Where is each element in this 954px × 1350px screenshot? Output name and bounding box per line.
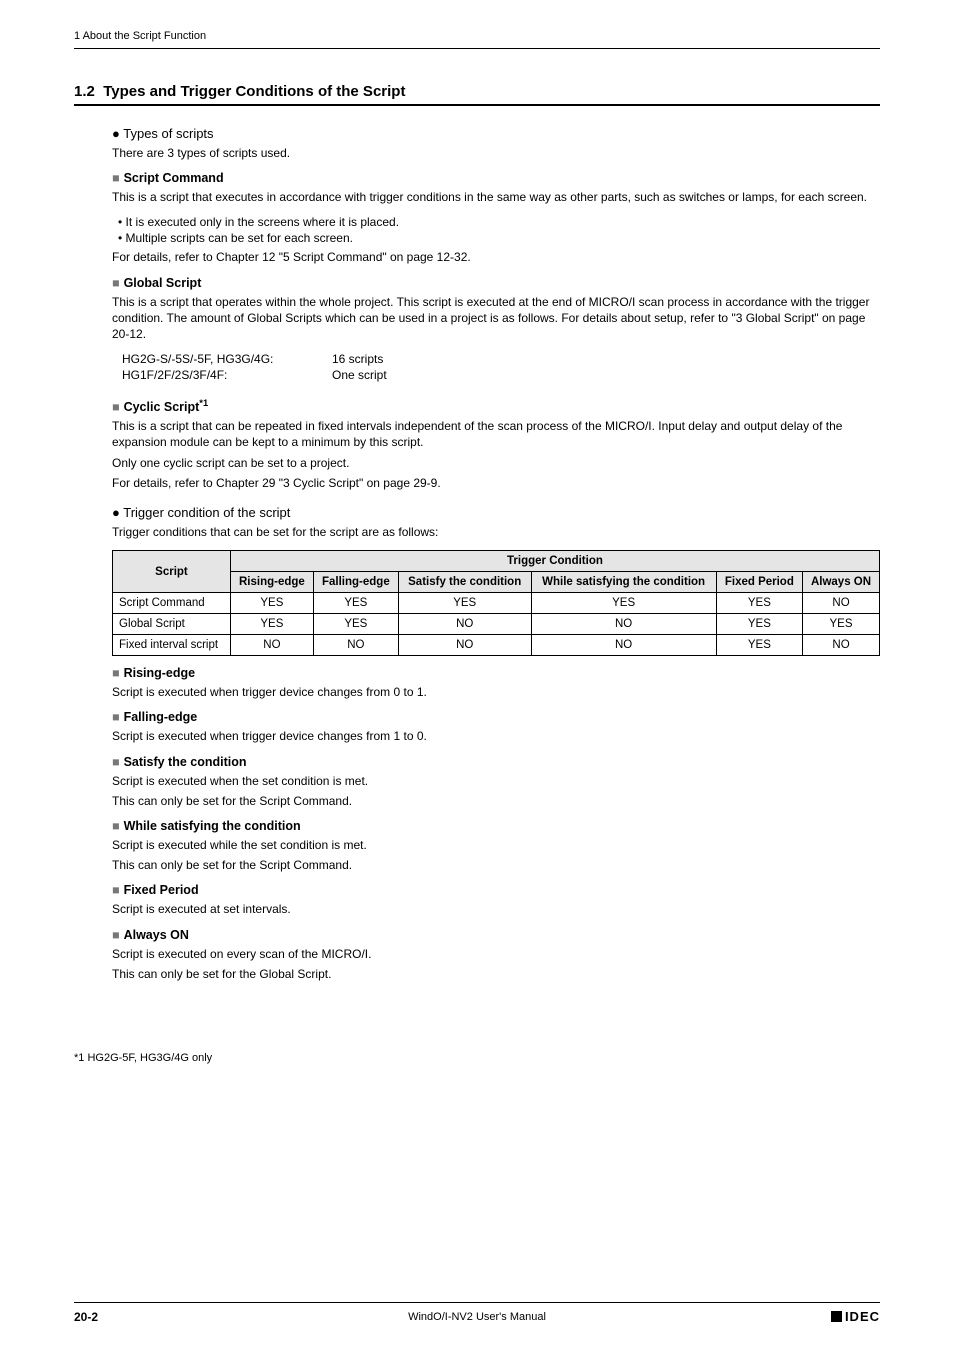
cyclic-script-p3: For details, refer to Chapter 29 "3 Cycl… (112, 475, 880, 491)
running-header: 1 About the Script Function (74, 30, 880, 42)
definition-line: This can only be set for the Script Comm… (112, 793, 880, 809)
global-script-row-0: HG2G-S/-5S/-5F, HG3G/4G: 16 scripts (122, 352, 880, 366)
cyclic-script-heading: ■Cyclic Script*1 (112, 398, 880, 414)
th-script: Script (113, 551, 231, 593)
definition-line: Script is executed when trigger device c… (112, 728, 880, 744)
table-row: Script Command YES YES YES YES YES NO (113, 593, 880, 614)
page-footer: 20-2 WindO/I-NV2 User's Manual IDEC (74, 1302, 880, 1324)
script-command-heading: ■Script Command (112, 171, 880, 185)
global-script-row-0-k: HG2G-S/-5S/-5F, HG3G/4G: (122, 352, 332, 366)
script-command-p2: For details, refer to Chapter 12 "5 Scri… (112, 249, 880, 265)
section-number: 1.2 (74, 83, 95, 100)
global-script-p1: This is a script that operates within th… (112, 294, 880, 343)
script-command-b1: It is executed only in the screens where… (118, 215, 880, 229)
table-row: Fixed interval script NO NO NO NO YES NO (113, 635, 880, 656)
global-script-row-1-k: HG1F/2F/2S/3F/4F: (122, 368, 332, 382)
footer-title: WindO/I-NV2 User's Manual (74, 1311, 880, 1323)
r0-name: Script Command (113, 593, 231, 614)
th-c0: Rising-edge (230, 572, 313, 593)
definition-line: Script is executed at set intervals. (112, 901, 880, 917)
types-heading: Types of scripts (112, 126, 880, 141)
definition-line: This can only be set for the Script Comm… (112, 857, 880, 873)
types-intro: There are 3 types of scripts used. (112, 145, 880, 161)
global-script-row-1-v: One script (332, 368, 387, 382)
definition-heading: ■While satisfying the condition (112, 819, 880, 833)
global-script-row-0-v: 16 scripts (332, 352, 383, 366)
trigger-heading: Trigger condition of the script (112, 505, 880, 520)
definitions: ■Rising-edge Script is executed when trig… (112, 666, 880, 982)
footnote: *1 HG2G-5F, HG3G/4G only (74, 1052, 880, 1064)
definition-line: Script is executed on every scan of the … (112, 946, 880, 962)
th-c1: Falling-edge (313, 572, 398, 593)
section-heading: 1.2 Types and Trigger Conditions of the … (74, 83, 880, 106)
definition-line: Script is executed while the set conditi… (112, 837, 880, 853)
definition-heading: ■Satisfy the condition (112, 755, 880, 769)
script-command-p1: This is a script that executes in accord… (112, 189, 880, 205)
r1-name: Global Script (113, 614, 231, 635)
definition-heading: ■Fixed Period (112, 883, 880, 897)
definition-line: Script is executed when the set conditio… (112, 773, 880, 789)
header-divider (74, 48, 880, 49)
cyclic-script-p2: Only one cyclic script can be set to a p… (112, 455, 880, 471)
th-c2: Satisfy the condition (398, 572, 531, 593)
global-script-row-1: HG1F/2F/2S/3F/4F: One script (122, 368, 880, 382)
definition-line: Script is executed when trigger device c… (112, 684, 880, 700)
cyclic-script-p1: This is a script that can be repeated in… (112, 418, 880, 450)
table-row: Global Script YES YES NO NO YES YES (113, 614, 880, 635)
r2-name: Fixed interval script (113, 635, 231, 656)
definition-heading: ■Always ON (112, 928, 880, 942)
th-c5: Always ON (803, 572, 880, 593)
trigger-table: Script Trigger Condition Rising-edge Fal… (112, 550, 880, 656)
global-script-heading: ■Global Script (112, 276, 880, 290)
cyclic-script-sup: *1 (199, 398, 208, 408)
script-command-b2: Multiple scripts can be set for each scr… (118, 231, 880, 245)
th-c4: Fixed Period (716, 572, 802, 593)
th-c3: While satisfying the condition (531, 572, 716, 593)
definition-line: This can only be set for the Global Scri… (112, 966, 880, 982)
th-group: Trigger Condition (230, 551, 879, 572)
trigger-intro: Trigger conditions that can be set for t… (112, 524, 880, 540)
definition-heading: ■Rising-edge (112, 666, 880, 680)
section-title: Types and Trigger Conditions of the Scri… (103, 83, 405, 100)
definition-heading: ■Falling-edge (112, 710, 880, 724)
